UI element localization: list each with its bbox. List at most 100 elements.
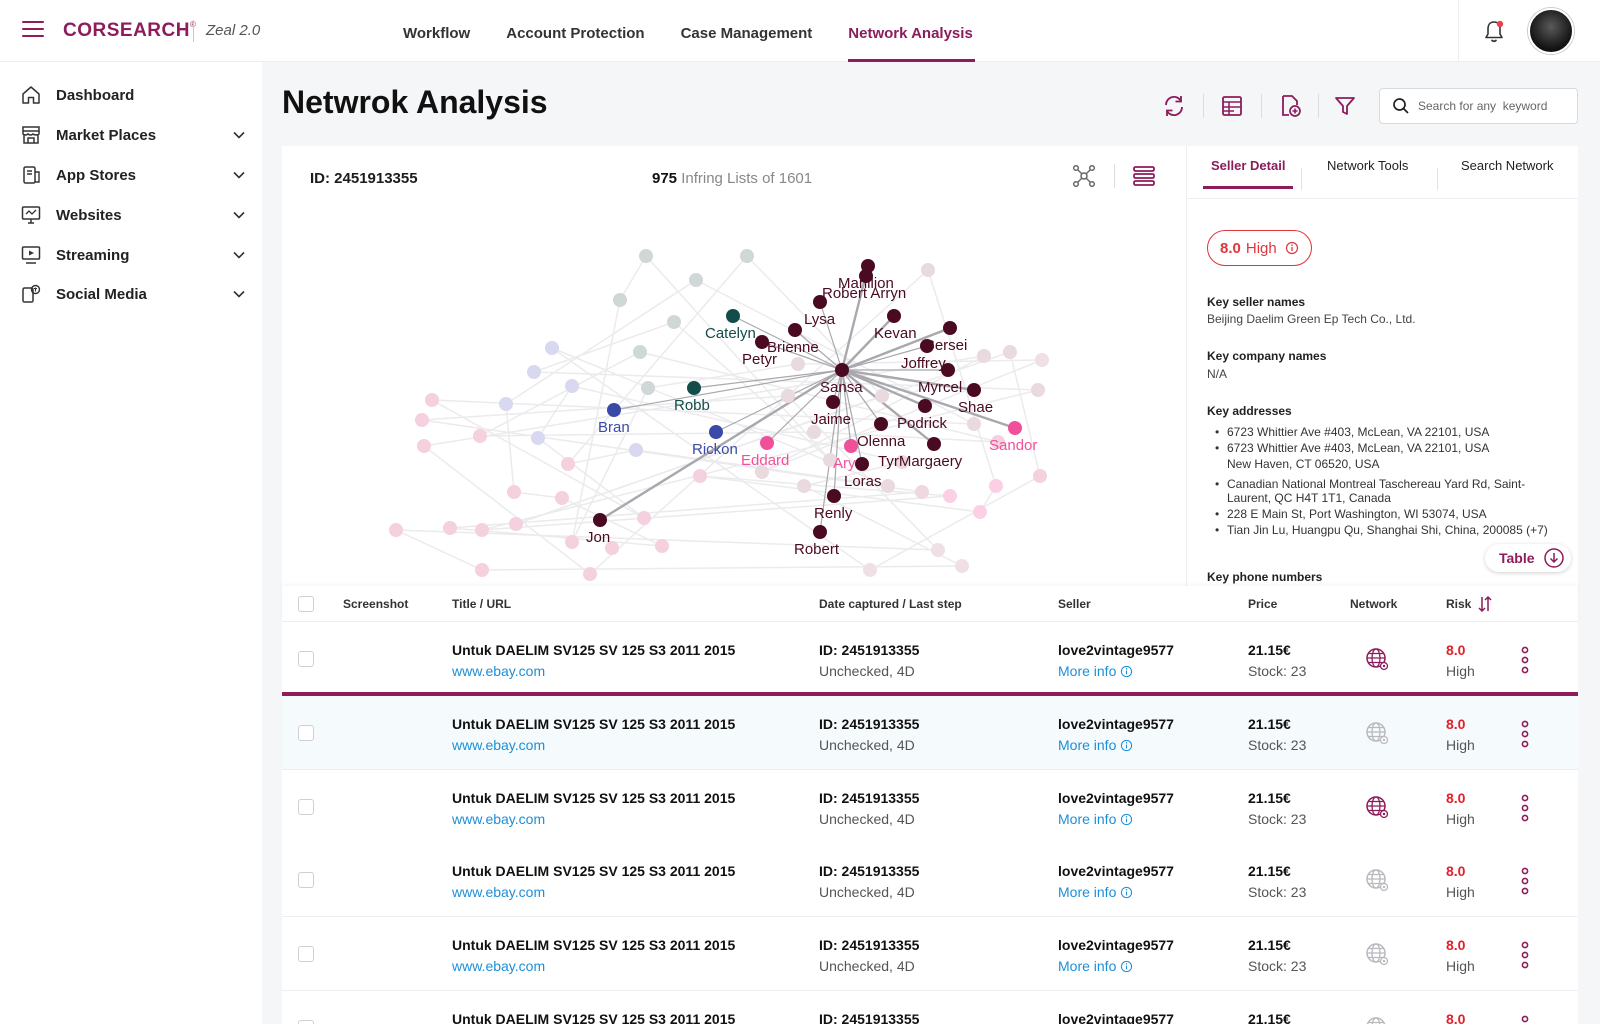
graph-node-faded[interactable]: [943, 489, 957, 503]
graph-node-faded[interactable]: [973, 505, 987, 519]
list-view-icon[interactable]: [1130, 162, 1158, 190]
add-file-icon[interactable]: [1276, 92, 1304, 120]
graph-node[interactable]: [874, 417, 888, 431]
sidebar-item-streaming[interactable]: Streaming: [20, 240, 246, 270]
graph-node-faded[interactable]: [915, 485, 929, 499]
graph-node[interactable]: [835, 363, 849, 377]
sidebar-item-market-places[interactable]: Market Places: [20, 120, 246, 150]
table-row[interactable]: Untuk DAELIM SV125 SV 125 S3 2011 2015ww…: [282, 770, 1578, 844]
graph-node[interactable]: [755, 335, 769, 349]
table-row[interactable]: Untuk DAELIM SV125 SV 125 S3 2011 2015ww…: [282, 917, 1578, 991]
menu-icon[interactable]: [22, 21, 44, 39]
graph-node[interactable]: [855, 457, 869, 471]
graph-node-faded[interactable]: [473, 429, 487, 443]
graph-node[interactable]: [967, 383, 981, 397]
graph-node-faded[interactable]: [415, 413, 429, 427]
graph-node[interactable]: [859, 269, 873, 283]
graph-node-faded[interactable]: [475, 563, 489, 577]
listing-url-link[interactable]: www.ebay.com: [452, 737, 545, 753]
table-row[interactable]: Untuk DAELIM SV125 SV 125 S3 2011 2015ww…: [282, 696, 1578, 770]
tab-search-network[interactable]: Search Network: [1461, 146, 1553, 186]
sort-icon[interactable]: [1476, 595, 1494, 613]
graph-node-faded[interactable]: [531, 431, 545, 445]
graph-node-faded[interactable]: [583, 567, 597, 581]
graph-node[interactable]: [760, 436, 774, 450]
graph-node-faded[interactable]: [613, 293, 627, 307]
table-row[interactable]: Untuk DAELIM SV125 SV 125 S3 2011 2015ww…: [282, 991, 1578, 1024]
table-toggle-button[interactable]: Table: [1485, 544, 1571, 572]
graph-node[interactable]: [709, 425, 723, 439]
chevron-down-icon[interactable]: [232, 168, 246, 182]
more-info-link[interactable]: More info: [1058, 737, 1133, 753]
listing-url-link[interactable]: www.ebay.com: [452, 663, 545, 679]
graph-node[interactable]: [941, 363, 955, 377]
select-all-checkbox[interactable]: [298, 596, 314, 612]
graph-node-faded[interactable]: [921, 263, 935, 277]
graph-node-faded[interactable]: [509, 517, 523, 531]
graph-node-faded[interactable]: [655, 539, 669, 553]
graph-node-faded[interactable]: [527, 365, 541, 379]
graph-node[interactable]: [687, 381, 701, 395]
graph-node-faded[interactable]: [989, 479, 1003, 493]
bell-icon[interactable]: [1482, 19, 1506, 45]
graph-node-faded[interactable]: [977, 349, 991, 363]
row-checkbox[interactable]: [298, 725, 314, 741]
graph-node-faded[interactable]: [545, 341, 559, 355]
sidebar-item-social-media[interactable]: Social Media: [20, 279, 246, 309]
filter-icon[interactable]: [1331, 92, 1359, 120]
sidebar-item-websites[interactable]: Websites: [20, 200, 246, 230]
graph-node[interactable]: [943, 321, 957, 335]
graph-node-faded[interactable]: [797, 479, 811, 493]
graph-node[interactable]: [1008, 421, 1022, 435]
graph-node-faded[interactable]: [863, 563, 877, 577]
avatar[interactable]: [1528, 8, 1574, 54]
search-input[interactable]: [1418, 99, 1568, 113]
more-vertical-icon[interactable]: [1520, 1015, 1530, 1024]
graph-node-faded[interactable]: [1033, 469, 1047, 483]
network-globe-icon[interactable]: [1364, 941, 1390, 967]
row-checkbox[interactable]: [298, 946, 314, 962]
nav-network-analysis[interactable]: Network Analysis: [848, 0, 975, 62]
graph-node[interactable]: [788, 323, 802, 337]
graph-node[interactable]: [607, 403, 621, 417]
graph-node-faded[interactable]: [781, 389, 795, 403]
sidebar-item-app-stores[interactable]: App Stores: [20, 160, 246, 190]
graph-node-faded[interactable]: [881, 479, 895, 493]
graph-node-faded[interactable]: [633, 345, 647, 359]
graph-node-faded[interactable]: [507, 485, 521, 499]
graph-node-faded[interactable]: [693, 469, 707, 483]
listing-url-link[interactable]: www.ebay.com: [452, 811, 545, 827]
row-checkbox[interactable]: [298, 651, 314, 667]
graph-node-faded[interactable]: [565, 535, 579, 549]
network-globe-icon[interactable]: [1364, 867, 1390, 893]
more-vertical-icon[interactable]: [1520, 794, 1530, 822]
sidebar-item-dashboard[interactable]: Dashboard: [20, 80, 246, 110]
network-globe-icon[interactable]: [1364, 646, 1390, 672]
graph-node-faded[interactable]: [389, 523, 403, 537]
more-vertical-icon[interactable]: [1520, 867, 1530, 895]
network-globe-icon[interactable]: [1364, 1015, 1390, 1024]
table-row[interactable]: Untuk DAELIM SV125 SV 125 S3 2011 2015ww…: [282, 622, 1578, 696]
graph-node-faded[interactable]: [443, 521, 457, 535]
graph-node[interactable]: [813, 525, 827, 539]
nav-case-management[interactable]: Case Management: [681, 0, 813, 62]
graph-node-faded[interactable]: [1031, 383, 1045, 397]
graph-node-faded[interactable]: [555, 491, 569, 505]
listing-url-link[interactable]: www.ebay.com: [452, 884, 545, 900]
info-icon[interactable]: [1285, 241, 1299, 255]
listing-url-link[interactable]: www.ebay.com: [452, 958, 545, 974]
tab-seller-detail[interactable]: Seller Detail: [1202, 146, 1294, 189]
chevron-down-icon[interactable]: [232, 248, 246, 262]
graph-node-faded[interactable]: [561, 457, 575, 471]
graph-node-faded[interactable]: [639, 249, 653, 263]
tab-network-tools[interactable]: Network Tools: [1327, 146, 1408, 186]
graph-node-faded[interactable]: [1003, 345, 1017, 359]
more-info-link[interactable]: More info: [1058, 884, 1133, 900]
network-graph-icon[interactable]: [1070, 162, 1098, 190]
graph-node[interactable]: [918, 399, 932, 413]
graph-node-faded[interactable]: [875, 389, 889, 403]
graph-node-faded[interactable]: [1035, 353, 1049, 367]
graph-node-faded[interactable]: [425, 393, 439, 407]
table-edit-icon[interactable]: [1218, 92, 1246, 120]
network-graph[interactable]: MarillionRobert ArrynLysaKevanCatelynBri…: [282, 146, 1186, 586]
